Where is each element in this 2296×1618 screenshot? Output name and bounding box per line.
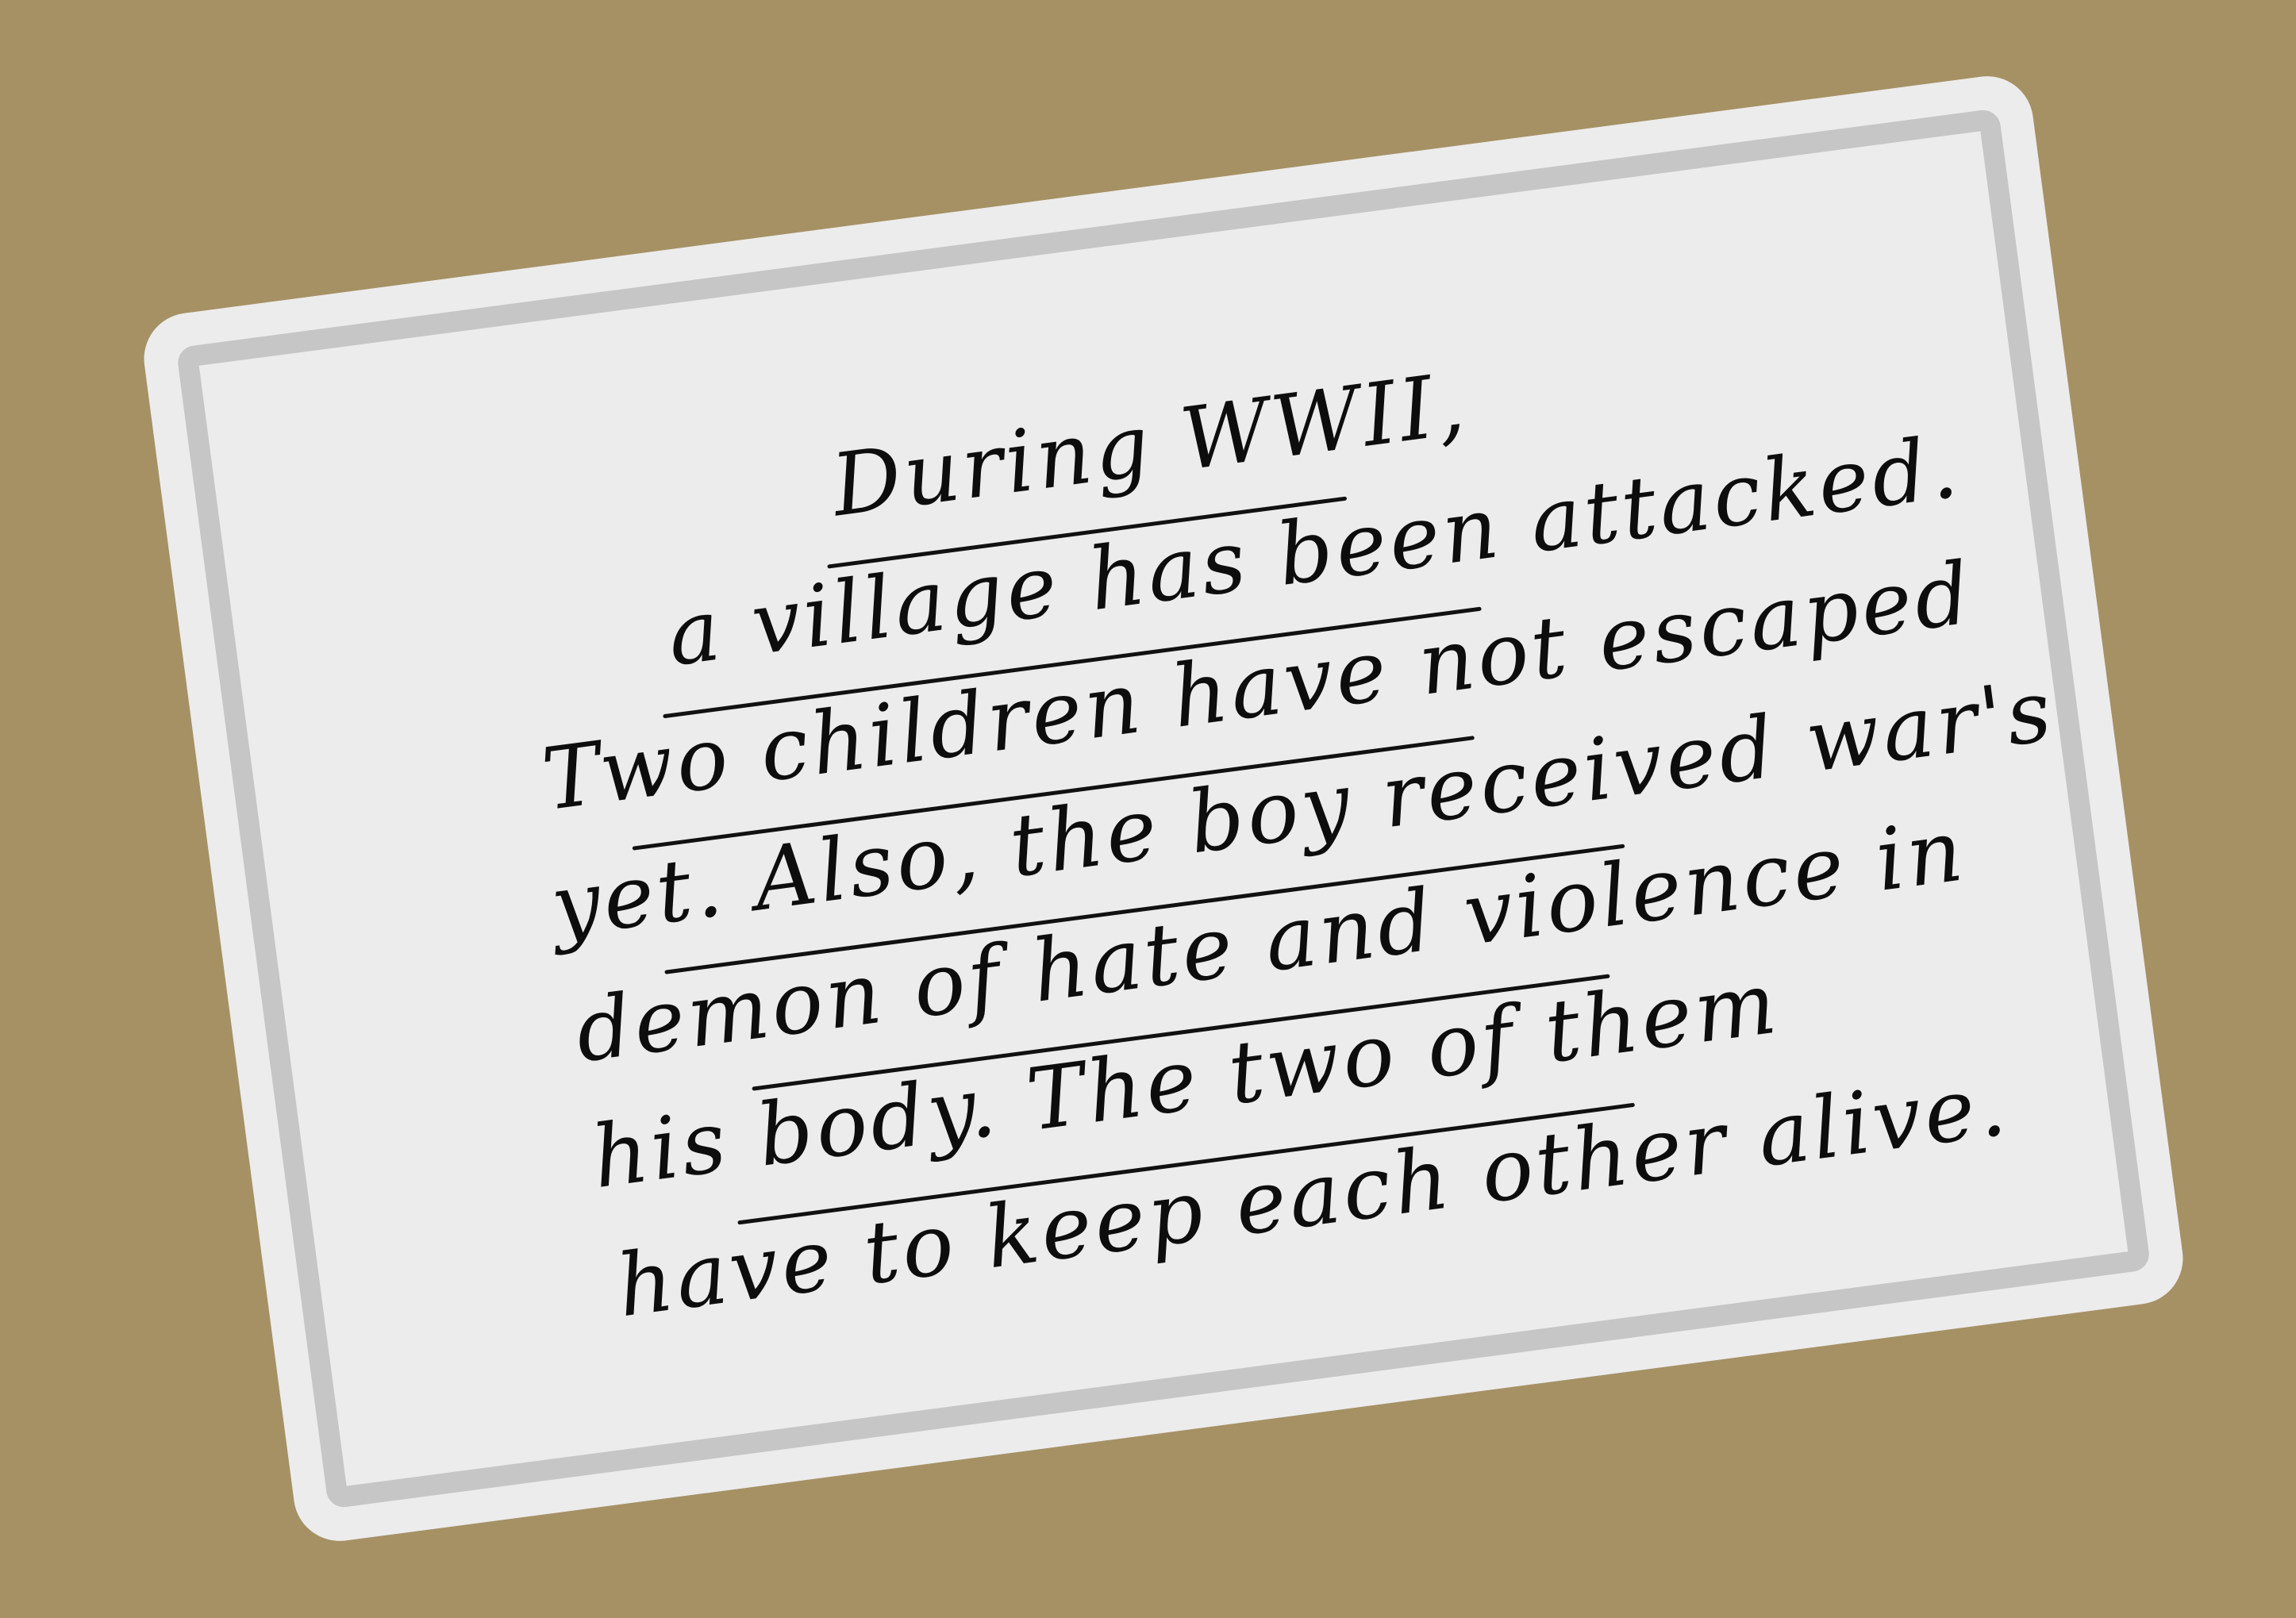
note-card: During WWII, a village has been attacked… (138, 71, 2189, 1547)
background: During WWII, a village has been attacked… (0, 0, 2296, 1618)
